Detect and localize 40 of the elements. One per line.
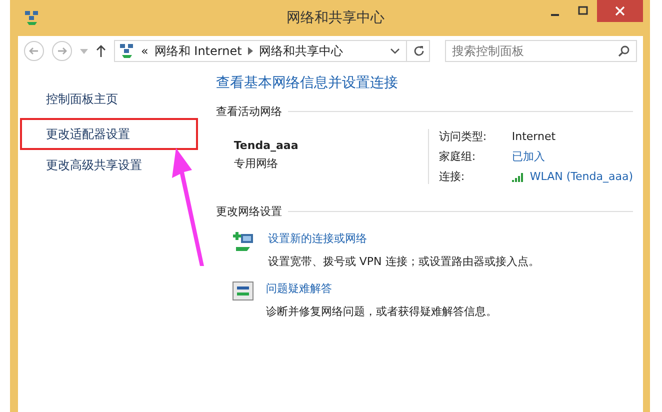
wifi-signal-icon <box>512 172 525 182</box>
sidebar-link[interactable]: 更改高级共享设置 <box>46 156 142 174</box>
close-icon <box>615 6 625 16</box>
sidebar-link[interactable]: 控制面板主页 <box>46 90 118 108</box>
network-icon <box>24 10 40 26</box>
page-heading: 查看基本网络信息并设置连接 <box>216 74 399 92</box>
network-setup-icon <box>232 231 256 253</box>
search-field[interactable]: 搜索控制面板 <box>445 40 637 62</box>
connection-link[interactable]: WLAN (Tenda_aaa) <box>530 170 633 183</box>
section-heading: 更改网络设置 <box>216 204 282 219</box>
dropdown-icon[interactable] <box>390 48 400 54</box>
detail-label: 连接: <box>438 169 466 184</box>
troubleshoot-icon <box>232 281 254 301</box>
back-arrow-icon <box>28 45 40 57</box>
up-arrow-icon[interactable] <box>96 45 106 57</box>
address-bar[interactable]: « 网络和 Internet 网络和共享中心 <box>114 40 430 62</box>
maximize-icon <box>578 6 588 16</box>
breadcrumb-item[interactable]: 网络和 Internet <box>154 42 242 60</box>
network-icon <box>119 43 135 59</box>
breadcrumb-item[interactable]: « <box>141 44 148 58</box>
chevron-icon <box>248 47 253 55</box>
task-link[interactable]: 设置新的连接或网络 <box>268 231 540 246</box>
task-description: 诊断并修复网络问题，或者获得疑难解答信息。 <box>266 304 497 319</box>
search-icon[interactable] <box>618 45 630 57</box>
breadcrumb-item[interactable]: 网络和共享中心 <box>258 42 343 60</box>
sidebar-link[interactable]: 更改适配器设置 <box>46 126 130 142</box>
detail-link[interactable]: 已加入 <box>512 149 545 164</box>
section-heading: 查看活动网络 <box>216 104 282 119</box>
close-button[interactable] <box>597 0 643 22</box>
window-title: 网络和共享中心 <box>286 9 386 27</box>
detail-label: 访问类型: <box>438 129 488 144</box>
task-link[interactable]: 问题疑难解答 <box>266 281 497 296</box>
refresh-icon[interactable] <box>413 45 425 57</box>
detail-label: 家庭组: <box>438 149 477 164</box>
detail-value: Internet <box>512 130 556 143</box>
forward-arrow-icon <box>56 45 68 57</box>
network-category: 专用网络 <box>234 156 279 171</box>
task-description: 设置宽带、拨号或 VPN 连接；或设置路由器或接入点。 <box>268 254 540 269</box>
network-name: Tenda_aaa <box>234 139 300 152</box>
minimize-icon <box>551 14 559 16</box>
